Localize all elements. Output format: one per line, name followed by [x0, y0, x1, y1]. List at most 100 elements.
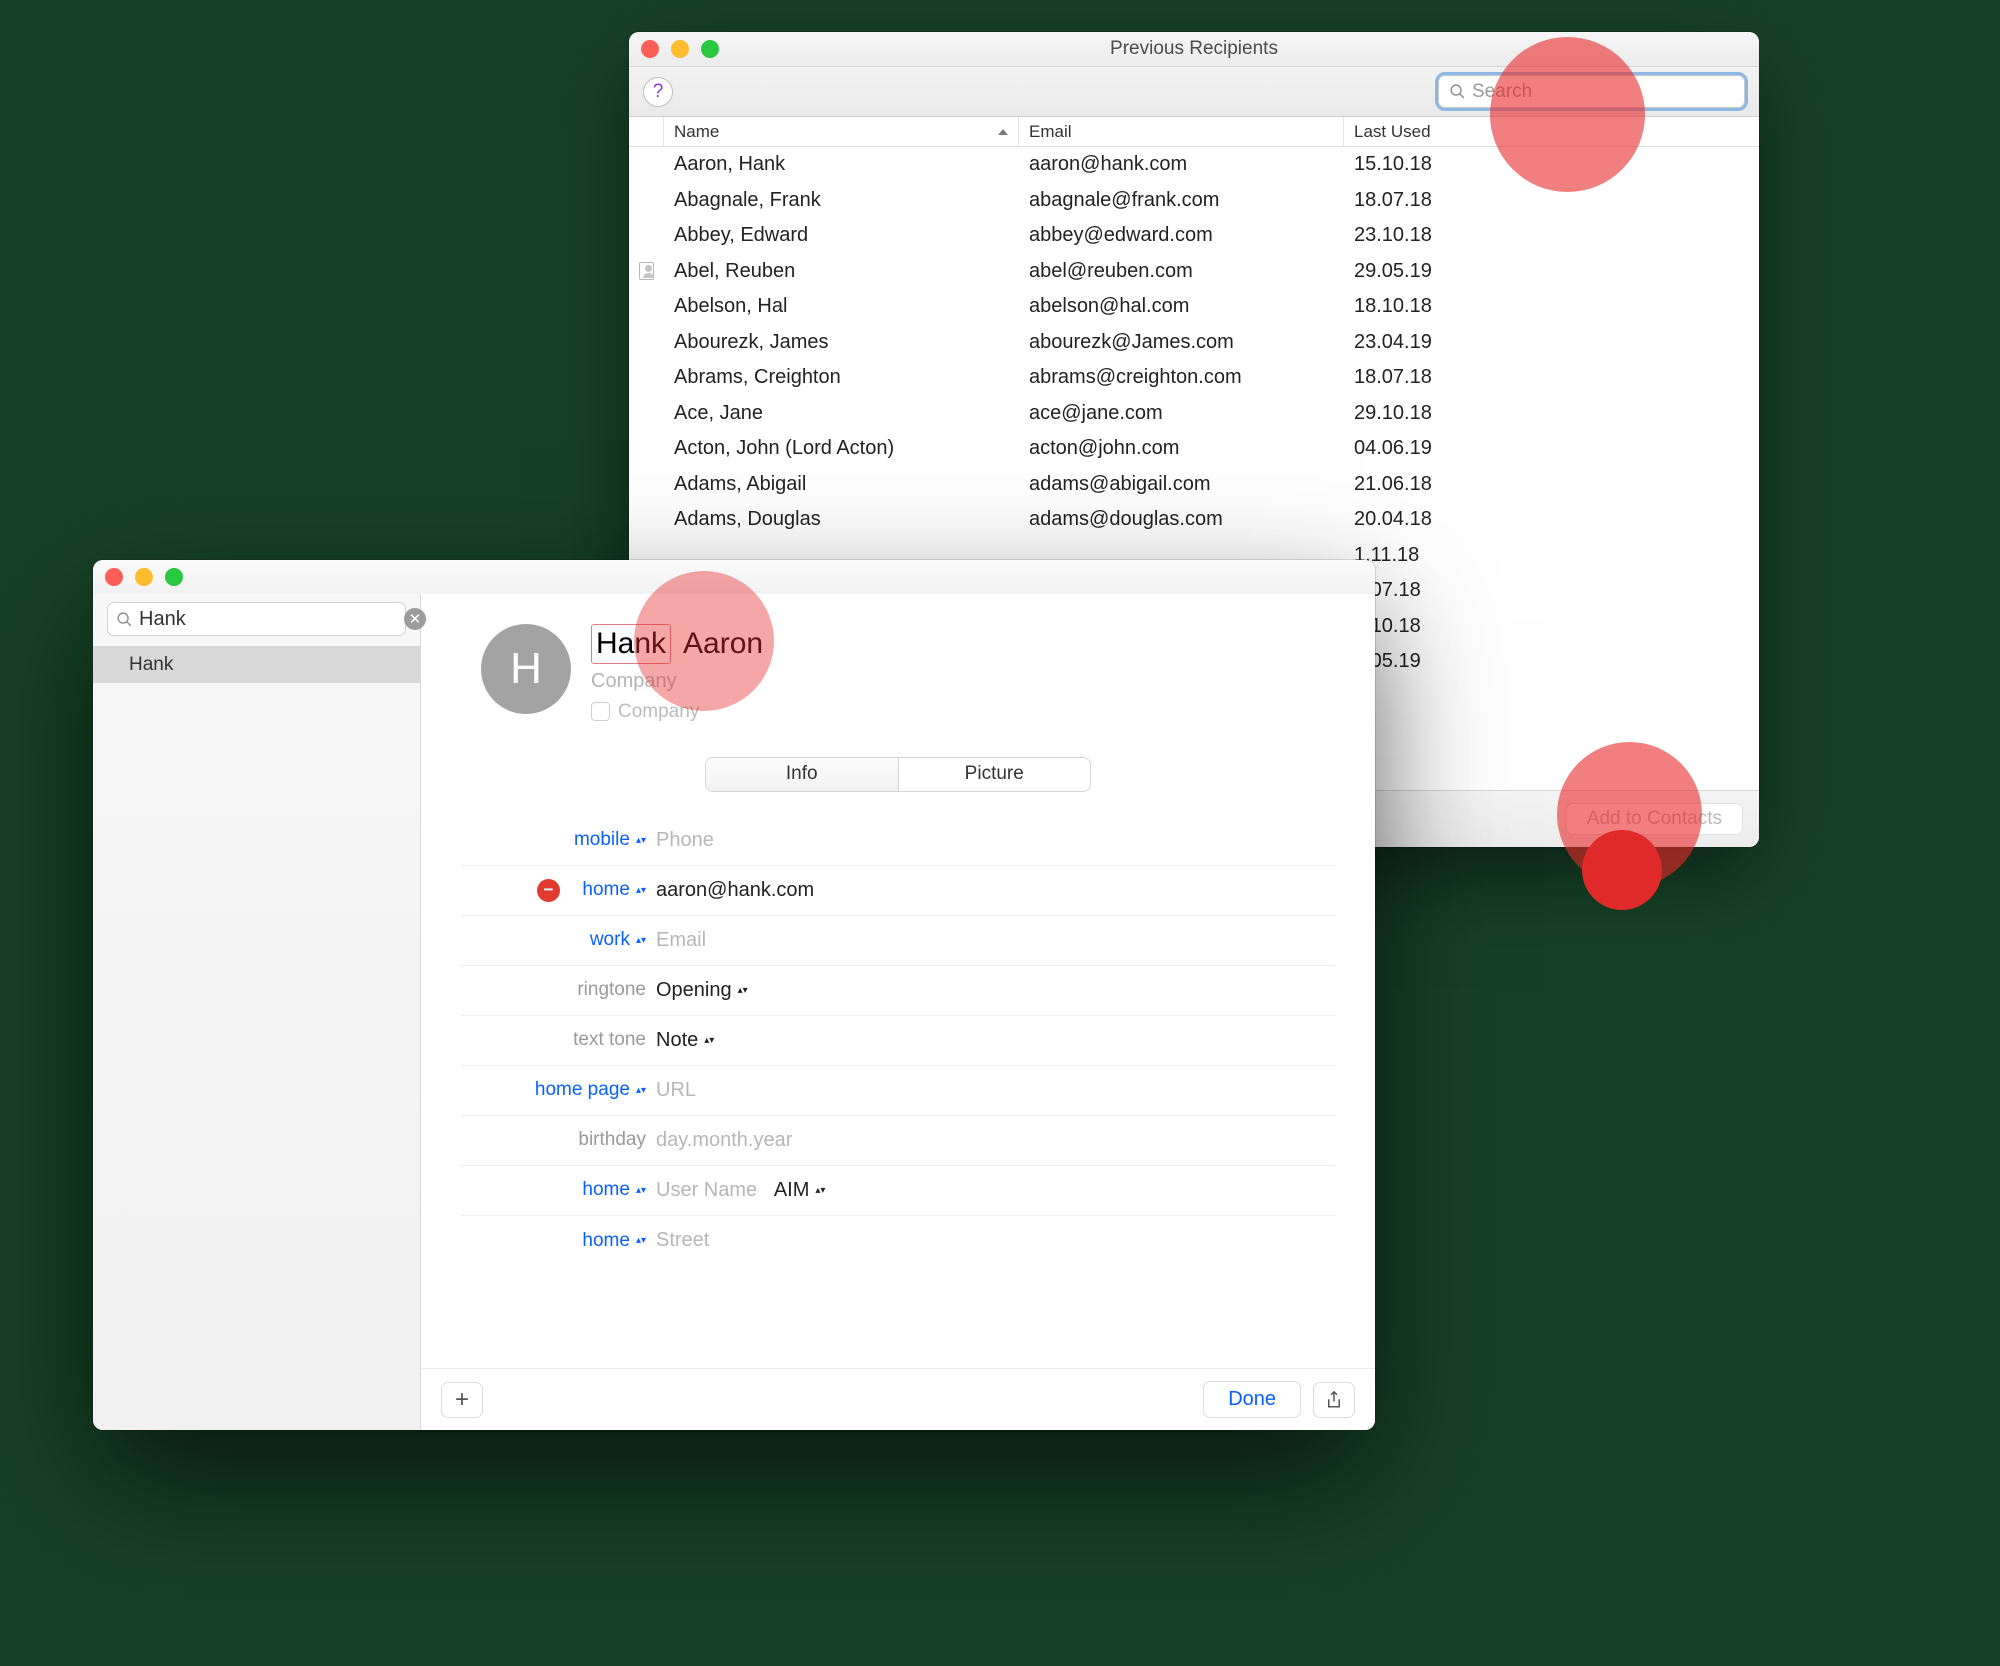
email-cell: aaron@hank.com: [1019, 153, 1344, 176]
titlebar[interactable]: [93, 560, 1375, 594]
im-service-select[interactable]: AIM▴▾: [774, 1179, 826, 1202]
chevron-updown-icon: ▴▾: [636, 888, 646, 893]
traffic-lights: [629, 32, 719, 66]
contact-fields: mobile▴▾ Phone − home▴▾ aaron@hank.com w…: [421, 816, 1375, 1266]
im-field[interactable]: User Name AIM▴▾: [656, 1179, 1335, 1202]
birthday-field[interactable]: day.month.year: [656, 1129, 1335, 1152]
table-row[interactable]: Abourezk, Jamesabourezk@James.com23.04.1…: [629, 325, 1759, 361]
date-cell: 18.07.18: [1344, 366, 1569, 389]
close-icon[interactable]: [641, 40, 659, 58]
email-cell: abel@reuben.com: [1019, 260, 1344, 283]
in-contacts-icon: [639, 262, 654, 280]
window-title: Previous Recipients: [629, 38, 1759, 60]
table-row[interactable]: Adams, Douglasadams@douglas.com20.04.18: [629, 502, 1759, 538]
last-name-field[interactable]: Aaron: [683, 627, 763, 661]
date-cell: 15.10.18: [1344, 153, 1569, 176]
sidebar-search-input[interactable]: [139, 608, 404, 631]
chevron-updown-icon: ▴▾: [704, 1038, 714, 1043]
company-checkbox-label: Company: [618, 701, 699, 723]
street-field[interactable]: Street: [656, 1229, 1335, 1252]
chevron-updown-icon: ▴▾: [636, 1088, 646, 1093]
table-header: Name Email Last Used: [629, 117, 1759, 147]
chevron-updown-icon: ▴▾: [636, 1188, 646, 1193]
close-icon[interactable]: [105, 568, 123, 586]
first-name-field[interactable]: Hank: [591, 624, 671, 664]
mobile-field[interactable]: Phone: [656, 829, 1335, 852]
sidebar-results: Hank: [93, 646, 420, 1430]
table-row[interactable]: Abagnale, Frankabagnale@frank.com18.07.1…: [629, 183, 1759, 219]
add-to-contacts-button[interactable]: Add to Contacts: [1566, 803, 1743, 835]
table-row[interactable]: Abel, Reubenabel@reuben.com29.05.19: [629, 254, 1759, 290]
search-field[interactable]: [1438, 75, 1745, 108]
titlebar[interactable]: Previous Recipients: [629, 32, 1759, 67]
tab-picture[interactable]: Picture: [898, 758, 1091, 791]
texttone-select[interactable]: Note▴▾: [656, 1029, 1335, 1052]
company-field[interactable]: Company: [591, 670, 763, 693]
date-cell: 23.04.19: [1344, 331, 1569, 354]
help-button[interactable]: ?: [643, 77, 673, 107]
col-last-used[interactable]: Last Used: [1344, 117, 1569, 146]
name-cell: Abel, Reuben: [664, 260, 1019, 283]
col-contact-status[interactable]: [629, 117, 664, 146]
table-row[interactable]: Abrams, Creightonabrams@creighton.com18.…: [629, 360, 1759, 396]
date-cell: 04.06.19: [1344, 437, 1569, 460]
contact-status-cell: [629, 262, 664, 280]
address-label[interactable]: home▴▾: [461, 1230, 656, 1252]
date-cell: 1.11.18: [1344, 544, 1569, 567]
name-cell: Adams, Douglas: [664, 508, 1019, 531]
work-email-field[interactable]: Email: [656, 929, 1335, 952]
work-email-label[interactable]: work▴▾: [461, 929, 656, 951]
sidebar-search[interactable]: ✕: [107, 602, 406, 636]
remove-row-icon[interactable]: −: [537, 879, 560, 902]
zoom-icon[interactable]: [701, 40, 719, 58]
birthday-label: birthday: [461, 1129, 656, 1151]
date-cell: 7.05.19: [1344, 650, 1569, 673]
ringtone-label: ringtone: [461, 979, 656, 1001]
col-name-label: Name: [674, 122, 719, 142]
traffic-lights: [93, 560, 183, 594]
mobile-label[interactable]: mobile▴▾: [461, 829, 656, 851]
col-email[interactable]: Email: [1019, 117, 1344, 146]
col-name[interactable]: Name: [664, 117, 1019, 146]
avatar[interactable]: H: [481, 624, 571, 714]
homepage-field[interactable]: URL: [656, 1079, 1335, 1102]
name-cell: Abourezk, James: [664, 331, 1019, 354]
name-cell: Ace, Jane: [664, 402, 1019, 425]
table-row[interactable]: Abelson, Halabelson@hal.com18.10.18: [629, 289, 1759, 325]
home-email-field[interactable]: aaron@hank.com: [656, 879, 1335, 902]
toolbar: ?: [629, 67, 1759, 117]
company-checkbox[interactable]: [591, 702, 610, 721]
table-row[interactable]: Aaron, Hankaaron@hank.com15.10.18: [629, 147, 1759, 183]
table-row[interactable]: Ace, Janeace@jane.com29.10.18: [629, 396, 1759, 432]
homepage-label[interactable]: home page▴▾: [461, 1079, 656, 1101]
done-button[interactable]: Done: [1203, 1381, 1301, 1418]
table-row[interactable]: Acton, John (Lord Acton)acton@john.com04…: [629, 431, 1759, 467]
search-icon: [1449, 83, 1466, 100]
email-cell: adams@abigail.com: [1019, 473, 1344, 496]
name-cell: Acton, John (Lord Acton): [664, 437, 1019, 460]
im-label[interactable]: home▴▾: [461, 1179, 656, 1201]
minimize-icon[interactable]: [671, 40, 689, 58]
table-row[interactable]: Abbey, Edwardabbey@edward.com23.10.18: [629, 218, 1759, 254]
add-button[interactable]: +: [441, 1382, 483, 1418]
contact-footer: + Done: [421, 1368, 1375, 1430]
date-cell: 18.10.18: [1344, 295, 1569, 318]
tab-info[interactable]: Info: [706, 758, 898, 791]
share-icon: [1325, 1390, 1343, 1410]
sidebar-item-hank[interactable]: Hank: [93, 646, 420, 683]
email-cell: abourezk@James.com: [1019, 331, 1344, 354]
table-row[interactable]: Adams, Abigailadams@abigail.com21.06.18: [629, 467, 1759, 503]
name-cell: Aaron, Hank: [664, 153, 1019, 176]
email-cell: ace@jane.com: [1019, 402, 1344, 425]
share-button[interactable]: [1313, 1382, 1355, 1418]
email-cell: abelson@hal.com: [1019, 295, 1344, 318]
zoom-icon[interactable]: [165, 568, 183, 586]
chevron-updown-icon: ▴▾: [815, 1188, 825, 1193]
search-input[interactable]: [1472, 81, 1734, 103]
name-cell: Abbey, Edward: [664, 224, 1019, 247]
ringtone-select[interactable]: Opening▴▾: [656, 979, 1335, 1002]
info-picture-segmented[interactable]: Info Picture: [705, 757, 1091, 792]
date-cell: 23.10.18: [1344, 224, 1569, 247]
minimize-icon[interactable]: [135, 568, 153, 586]
sidebar: ✕ Hank: [93, 594, 421, 1430]
